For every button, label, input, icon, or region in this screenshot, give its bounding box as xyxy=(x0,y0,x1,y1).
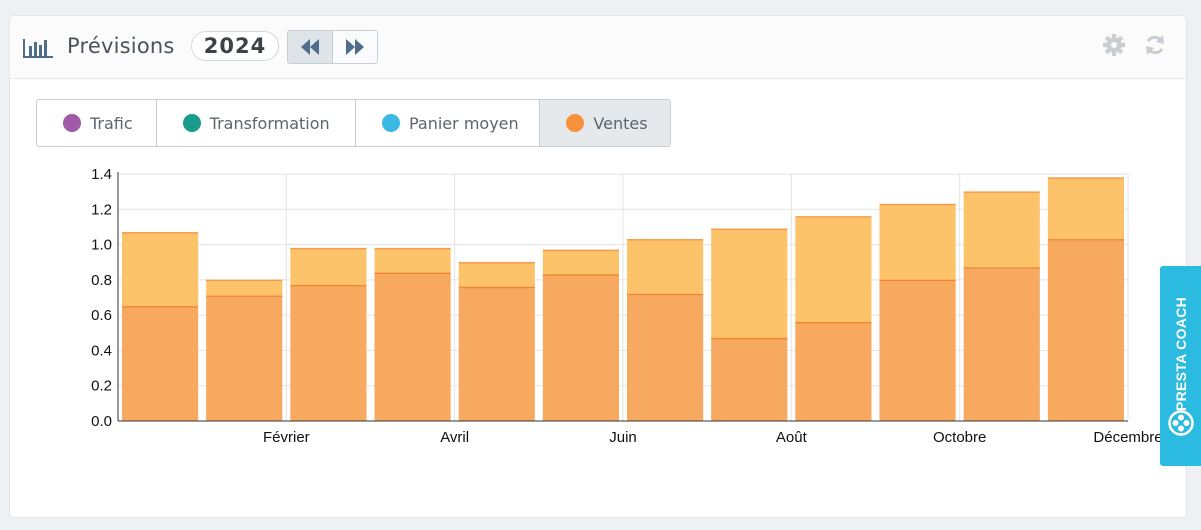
forecast-bar xyxy=(711,228,788,339)
x-tick-label: Février xyxy=(263,429,310,446)
forecast-bar xyxy=(374,248,451,273)
y-tick-label: 1.4 xyxy=(91,166,112,183)
forecast-bar xyxy=(206,279,283,296)
forecast-bar xyxy=(627,239,704,294)
y-tick-label: 0.2 xyxy=(91,378,112,395)
actual-bar xyxy=(542,274,619,421)
actual-bar xyxy=(374,272,451,421)
x-tick-label: Août xyxy=(776,429,808,446)
forecast-bar xyxy=(122,232,199,307)
forecast-bar xyxy=(458,262,535,287)
y-tick-label: 0.6 xyxy=(91,307,112,324)
film-reel-icon xyxy=(1168,410,1194,436)
x-tick-label: Avril xyxy=(440,429,469,446)
forecast-bar xyxy=(1047,177,1124,240)
actual-bar xyxy=(795,322,872,421)
actual-bar xyxy=(206,295,283,421)
actual-bar xyxy=(122,306,199,421)
actual-bar xyxy=(1047,239,1124,421)
actual-bar xyxy=(711,338,788,421)
sales-forecast-chart: 0.0 0.2 0.4 0.6 0.8 1.0 1.2 1.4 Février Avril Juin… xyxy=(91,166,1162,446)
forecast-bar xyxy=(879,203,956,280)
forecast-bar xyxy=(542,249,619,275)
x-tick-label: Juin xyxy=(609,429,637,446)
x-tick-label: Octobre xyxy=(933,429,986,446)
x-tick-label: Décembre xyxy=(1093,429,1162,446)
y-tick-label: 0.0 xyxy=(91,413,112,430)
y-tick-label: 0.4 xyxy=(91,342,112,359)
actual-bar xyxy=(458,286,535,421)
y-tick-label: 0.8 xyxy=(91,272,112,289)
actual-bar xyxy=(627,293,704,421)
actual-bar xyxy=(879,279,956,421)
y-tick-label: 1.0 xyxy=(91,237,112,254)
presta-coach-tab[interactable]: PRESTA COACH xyxy=(1160,266,1201,466)
forecast-bar xyxy=(795,216,872,323)
actual-bar xyxy=(963,267,1040,421)
forecast-panel: Prévisions 2024 Trafic Transformation Pa… xyxy=(9,15,1187,518)
presta-coach-label: PRESTA COACH xyxy=(1172,296,1189,412)
forecast-bar xyxy=(290,248,367,286)
forecast-bar xyxy=(963,191,1040,268)
y-tick-label: 1.2 xyxy=(91,201,112,218)
actual-bar xyxy=(290,285,367,421)
